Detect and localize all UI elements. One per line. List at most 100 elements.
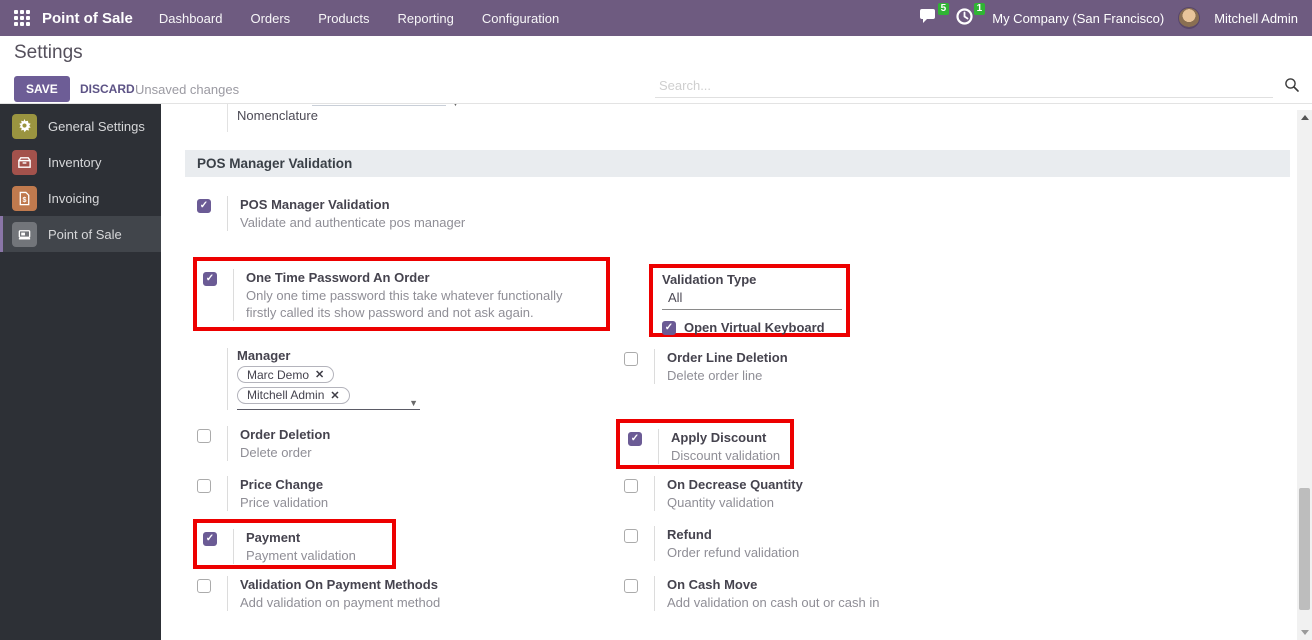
nomenclature-select[interactable]: [312, 104, 446, 106]
sidebar-item-inventory[interactable]: Inventory: [0, 144, 161, 180]
save-button[interactable]: SAVE: [14, 76, 70, 102]
sidebar-item-invoicing[interactable]: $ Invoicing: [0, 180, 161, 216]
company-switcher[interactable]: My Company (San Francisco): [992, 11, 1164, 26]
manager-tag[interactable]: Mitchell Admin ✕: [237, 386, 350, 404]
divider: [227, 348, 228, 410]
pos-manager-validation-checkbox[interactable]: [197, 199, 211, 213]
tag-label: Marc Demo: [247, 367, 310, 382]
setting-label[interactable]: Refund: [667, 526, 799, 543]
tag-label: Mitchell Admin: [247, 388, 325, 402]
activities-badge: 1: [973, 3, 986, 15]
control-panel: Settings SAVE DISCARD Unsaved changes: [0, 36, 1312, 104]
refund-checkbox[interactable]: [624, 529, 638, 543]
menu-reporting[interactable]: Reporting: [398, 11, 454, 26]
setting-order-deletion: Order Deletion Delete order: [197, 426, 517, 461]
clock-icon: [956, 8, 973, 25]
setting-description: Add validation on payment method: [240, 595, 441, 610]
setting-label[interactable]: Payment: [246, 529, 356, 546]
scrollbar-down-arrow-icon[interactable]: [1297, 625, 1312, 640]
setting-label[interactable]: On Decrease Quantity: [667, 476, 803, 493]
svg-text:$: $: [23, 196, 27, 203]
apply-discount-checkbox[interactable]: [628, 432, 642, 446]
setting-order-line-deletion: Order Line Deletion Delete order line: [624, 349, 944, 384]
setting-label[interactable]: On Cash Move: [667, 576, 879, 593]
vertical-scrollbar[interactable]: [1297, 110, 1312, 640]
nomenclature-label: Nomenclature: [237, 108, 318, 123]
divider: [654, 349, 655, 384]
pos-settings-page: Point of Sale Dashboard Orders Products …: [0, 0, 1312, 640]
setting-description: Add validation on cash out or cash in: [667, 595, 880, 610]
sidebar-item-label: General Settings: [48, 118, 145, 134]
invoice-icon: $: [12, 185, 37, 211]
app-name[interactable]: Point of Sale: [42, 10, 133, 27]
setting-label[interactable]: Order Line Deletion: [667, 349, 788, 366]
manager-tag[interactable]: Marc Demo ✕: [237, 366, 335, 383]
highlight-box-payment: Payment Payment validation: [193, 519, 396, 569]
messages-badge: 5: [937, 3, 950, 15]
divider: [227, 426, 228, 461]
discard-button[interactable]: DISCARD: [72, 76, 143, 102]
menu-products[interactable]: Products: [318, 11, 369, 26]
remove-tag-icon[interactable]: ✕: [315, 368, 324, 381]
top-menu: Dashboard Orders Products Reporting Conf…: [159, 11, 559, 26]
setting-label[interactable]: POS Manager Validation: [240, 196, 465, 213]
activities-icon[interactable]: 1: [956, 3, 986, 28]
setting-on-decrease-quantity: On Decrease Quantity Quantity validation: [624, 476, 944, 511]
divider: [233, 529, 234, 564]
setting-description: Only one time password this take whateve…: [246, 288, 563, 320]
setting-description: Discount validation: [671, 448, 781, 463]
setting-payment: Payment Payment validation: [203, 529, 388, 564]
menu-dashboard[interactable]: Dashboard: [159, 11, 223, 26]
validation-on-payment-methods-checkbox[interactable]: [197, 579, 211, 593]
divider: [654, 576, 655, 611]
open-virtual-keyboard-checkbox[interactable]: [662, 320, 676, 335]
divider: [227, 196, 228, 231]
user-name[interactable]: Mitchell Admin: [1214, 11, 1298, 26]
scrollbar-thumb[interactable]: [1299, 488, 1310, 610]
on-decrease-quantity-checkbox[interactable]: [624, 479, 638, 493]
settings-content: Nomenclature ▼ POS Manager Validation PO…: [161, 104, 1312, 640]
highlight-box-apply-discount: Apply Discount Discount validation: [616, 419, 794, 469]
setting-description: Payment validation: [246, 548, 356, 563]
divider: [654, 476, 655, 511]
messages-icon[interactable]: 5: [920, 3, 950, 28]
setting-description: Price validation: [240, 495, 329, 510]
section-header: POS Manager Validation: [185, 150, 1290, 177]
setting-label[interactable]: Order Deletion: [240, 426, 330, 443]
menu-configuration[interactable]: Configuration: [482, 11, 559, 26]
setting-pos-manager-validation: POS Manager Validation Validate and auth…: [197, 196, 617, 231]
scrollbar-up-arrow-icon[interactable]: [1297, 110, 1312, 125]
manager-input[interactable]: ▼: [237, 398, 420, 410]
menu-orders[interactable]: Orders: [250, 11, 290, 26]
chevron-down-icon: ▼: [451, 104, 460, 108]
price-change-checkbox[interactable]: [197, 479, 211, 493]
setting-label[interactable]: Price Change: [240, 476, 328, 493]
divider: [654, 526, 655, 561]
remove-tag-icon[interactable]: ✕: [330, 389, 339, 402]
sidebar-item-label: Point of Sale: [48, 226, 122, 242]
apps-menu-icon[interactable]: [14, 10, 30, 26]
on-cash-move-checkbox[interactable]: [624, 579, 638, 593]
validation-type-select[interactable]: All: [662, 287, 842, 310]
payment-checkbox[interactable]: [203, 532, 217, 546]
gear-icon: [12, 113, 37, 139]
setting-label[interactable]: Validation On Payment Methods: [240, 576, 440, 593]
divider: [227, 476, 228, 511]
sidebar-item-point-of-sale[interactable]: Point of Sale: [0, 216, 161, 252]
search-input[interactable]: [655, 76, 1273, 98]
open-virtual-keyboard-label[interactable]: Open Virtual Keyboard: [684, 319, 825, 336]
user-avatar[interactable]: [1178, 7, 1201, 29]
one-time-password-checkbox[interactable]: [203, 272, 217, 286]
page-title: Settings: [14, 42, 83, 63]
setting-refund: Refund Order refund validation: [624, 526, 944, 561]
sidebar-item-general-settings[interactable]: General Settings: [0, 108, 161, 144]
search-box: [655, 76, 1273, 98]
setting-label[interactable]: One Time Password An Order: [246, 269, 591, 286]
order-deletion-checkbox[interactable]: [197, 429, 211, 443]
setting-label[interactable]: Apply Discount: [671, 429, 780, 446]
divider: [227, 576, 228, 611]
search-icon[interactable]: [1284, 77, 1300, 93]
settings-sidebar: General Settings Inventory $ Invoicing P…: [0, 104, 161, 640]
highlight-box-validation-type: Validation Type All Open Virtual Keyboar…: [649, 264, 850, 337]
order-line-deletion-checkbox[interactable]: [624, 352, 638, 366]
